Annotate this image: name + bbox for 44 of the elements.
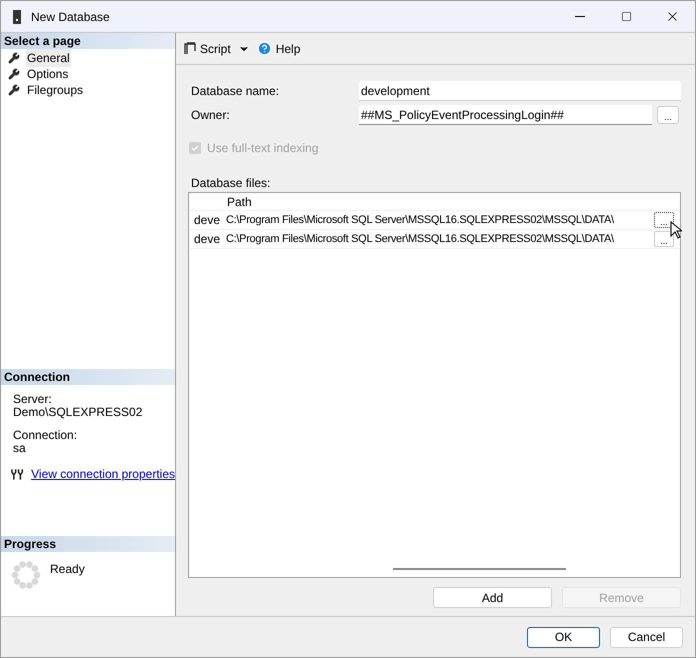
table-cell-text: deve bbox=[193, 231, 222, 248]
wrench-icon bbox=[8, 52, 20, 64]
minimize-icon bbox=[575, 16, 585, 17]
fulltext-label: Use full-text indexing bbox=[207, 140, 318, 157]
view-connection-link[interactable]: View connection properties bbox=[31, 465, 175, 483]
page-item[interactable]: Filegroups bbox=[26, 81, 84, 99]
spinner-icon bbox=[11, 560, 41, 590]
owner-label: Owner: bbox=[190, 107, 231, 124]
connection-label: Connection: bbox=[13, 429, 78, 442]
browse-button[interactable]: ... bbox=[657, 106, 679, 124]
table-cell-text: deve bbox=[193, 212, 222, 229]
table-cell-text: C:\Program Files\Microsoft SQL Server\MSSQL16.SQLEXPRESS02\MSSQL\DATA\ bbox=[226, 232, 615, 247]
scrollbar-thumb[interactable] bbox=[393, 568, 566, 570]
owner-field[interactable]: ##MS_PolicyEventProcessingLogin## bbox=[359, 105, 652, 125]
section-header: Progress bbox=[1, 536, 175, 552]
database-files-label: Database files: bbox=[190, 176, 272, 190]
maximize-icon bbox=[620, 11, 632, 22]
database-name-label: Database name: bbox=[190, 83, 280, 100]
browse-button[interactable]: ... bbox=[654, 231, 674, 247]
browse-button[interactable]: ... bbox=[654, 212, 674, 228]
window-title: New Database bbox=[31, 8, 110, 26]
section-header: Select a page bbox=[1, 33, 175, 49]
progress-status: Ready bbox=[50, 561, 85, 578]
checkmark-icon bbox=[191, 144, 199, 152]
column-header: Path bbox=[226, 194, 252, 210]
script-button[interactable]: Script bbox=[184, 40, 231, 58]
script-icon bbox=[184, 42, 196, 55]
help-button[interactable]: Help bbox=[256, 40, 300, 58]
add-button[interactable]: Add bbox=[433, 587, 552, 608]
wrench-icon bbox=[8, 68, 20, 80]
page-item[interactable]: Options bbox=[26, 65, 70, 83]
ok-button[interactable]: OK bbox=[527, 626, 600, 648]
wrench-icon bbox=[8, 84, 20, 96]
server-label: Server: bbox=[13, 393, 53, 406]
server-icon bbox=[13, 10, 21, 24]
table-cell-text: C:\Program Files\Microsoft SQL Server\MSSQL16.SQLEXPRESS02\MSSQL\DATA\ bbox=[226, 212, 615, 228]
page-item[interactable]: General bbox=[26, 49, 71, 67]
plug-icon bbox=[11, 468, 24, 480]
database-name-field[interactable]: development bbox=[359, 81, 681, 101]
server-value: Demo\SQLEXPRESS02 bbox=[13, 406, 144, 419]
help-icon bbox=[256, 41, 272, 56]
section-header: Connection bbox=[1, 369, 175, 385]
connection-value: sa bbox=[13, 442, 27, 455]
cancel-button[interactable]: Cancel bbox=[610, 626, 683, 648]
